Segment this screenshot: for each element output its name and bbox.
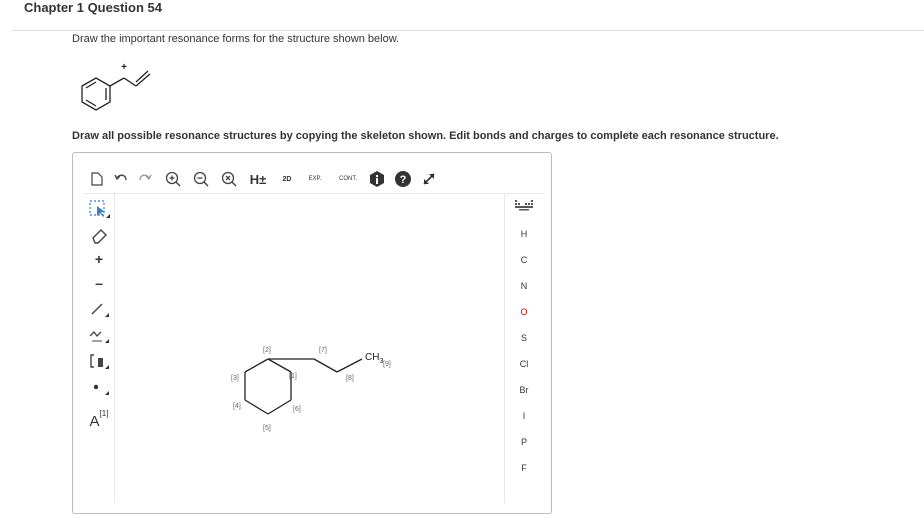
element-o-button[interactable]: O	[505, 302, 543, 322]
zoom-reset-icon[interactable]	[220, 169, 238, 189]
select-tool-icon[interactable]	[84, 197, 114, 221]
element-c-button[interactable]: C	[505, 250, 543, 270]
bond[interactable]	[313, 358, 338, 373]
clean-2d-button[interactable]: 2D	[276, 169, 298, 189]
carbocation-charge: +	[121, 62, 127, 73]
element-s-button[interactable]: S	[505, 328, 543, 348]
minus-charge-button[interactable]: –	[84, 271, 114, 295]
zoom-out-icon[interactable]	[192, 169, 210, 189]
help-icon[interactable]: ?	[394, 169, 412, 189]
element-p-button[interactable]: P	[505, 432, 543, 452]
plus-charge-button[interactable]: +	[84, 247, 114, 271]
bond[interactable]	[336, 358, 363, 373]
bond[interactable]	[244, 399, 269, 415]
fullscreen-icon[interactable]	[420, 169, 438, 189]
svg-text:?: ?	[400, 174, 407, 186]
atom-map-label: [1]	[99, 408, 109, 418]
page-title: Chapter 1 Question 54	[24, 0, 162, 15]
atom-map-number: [6]	[293, 406, 301, 413]
contract-label: CONT.	[339, 176, 357, 182]
eraser-icon[interactable]	[84, 223, 114, 247]
element-h-button[interactable]: H	[505, 224, 543, 244]
molecule-bonds	[244, 358, 363, 415]
electron-dot-icon[interactable]	[84, 375, 114, 399]
element-i-button[interactable]: I	[505, 406, 543, 426]
contract-button[interactable]: CONT.	[334, 169, 362, 189]
instructions: Draw all possible resonance structures b…	[72, 130, 779, 142]
element-n-button[interactable]: N	[505, 276, 543, 296]
info-icon[interactable]	[368, 169, 386, 189]
divider	[12, 30, 924, 31]
atom-label-icon: A	[89, 412, 100, 430]
element-toolbar: H C N O S Cl Br I P F	[504, 193, 543, 503]
periodic-table-icon[interactable]	[505, 195, 543, 215]
atom-map-number: [4]	[233, 403, 241, 410]
brackets-icon[interactable]	[84, 349, 114, 373]
element-f-button[interactable]: F	[505, 458, 543, 478]
element-br-button[interactable]: Br	[505, 380, 543, 400]
undo-icon[interactable]	[112, 169, 130, 189]
ch3-label[interactable]: CH3	[365, 352, 383, 365]
single-bond-icon[interactable]	[84, 297, 114, 321]
atom-map-tool[interactable]: A [1]	[84, 401, 114, 435]
editor-toolbar: H± 2D EXP. CONT. ?	[84, 163, 544, 194]
left-toolbar: + – A [1]	[84, 193, 115, 503]
atom-map-number: [9]	[383, 361, 391, 368]
molecule-labels: CH3 [1] [2] [3] [4] [5] [6] [7] [8] [9]	[231, 347, 391, 432]
redo-icon[interactable]	[136, 169, 154, 189]
atom-map-number: [1]	[289, 373, 297, 380]
question-text: Draw the important resonance forms for t…	[72, 33, 400, 45]
toggle-hydrogens-button[interactable]: H±	[246, 169, 270, 189]
atom-map-number: [7]	[319, 347, 327, 354]
new-page-icon[interactable]	[88, 169, 106, 189]
atom-map-number: [2]	[263, 347, 271, 354]
structure-preview: +	[81, 62, 151, 111]
atom-map-number: [3]	[231, 375, 239, 382]
element-cl-button[interactable]: Cl	[505, 354, 543, 374]
bond[interactable]	[267, 399, 292, 415]
zoom-in-icon[interactable]	[164, 169, 182, 189]
bond[interactable]	[267, 358, 292, 373]
expand-button[interactable]: EXP.	[302, 169, 328, 189]
atom-map-number: [8]	[346, 375, 354, 382]
drawing-canvas[interactable]: CH3 [1] [2] [3] [4] [5] [6] [7] [8] [9]	[115, 194, 503, 494]
clean-2d-label: 2D	[282, 175, 292, 183]
atom-map-number: [5]	[263, 425, 271, 432]
chain-tool-icon[interactable]	[84, 323, 114, 347]
expand-label: EXP.	[308, 176, 322, 182]
bond[interactable]	[244, 358, 269, 373]
